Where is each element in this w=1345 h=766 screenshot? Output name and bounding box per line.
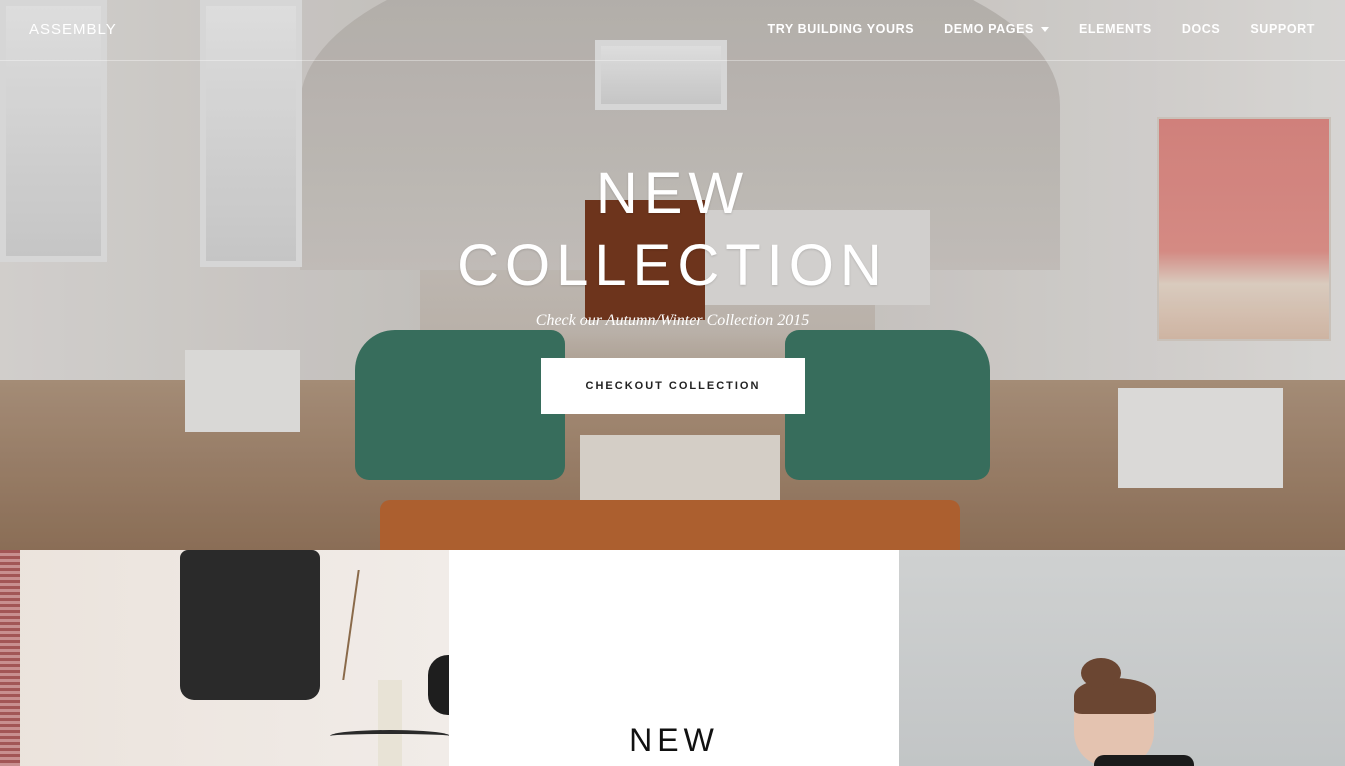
tile-title: NEW <box>629 722 719 758</box>
nav-item-demo-pages[interactable]: DEMO PAGES <box>944 22 1049 36</box>
nav-item-demo-pages-label: DEMO PAGES <box>944 22 1034 36</box>
caret-down-icon <box>1040 26 1049 32</box>
nav-item-docs[interactable]: DOCS <box>1182 22 1221 36</box>
nav-item-support[interactable]: SUPPORT <box>1250 22 1315 36</box>
scarf-image <box>0 550 20 766</box>
hat-image <box>428 655 449 715</box>
model-hair-bun <box>1081 658 1121 688</box>
hero-subtitle: Check our Autumn/Winter Collection 2015 <box>535 312 810 329</box>
nav-menu: TRY BUILDING YOURS DEMO PAGES ELEMENTS D… <box>767 22 1315 36</box>
bike-handlebar-image <box>330 730 449 742</box>
jacket-image <box>180 550 320 700</box>
hero-title: NEW COLLECTION <box>0 158 1345 302</box>
nav-item-elements[interactable]: ELEMENTS <box>1079 22 1152 36</box>
top-navbar: ASSEMBLY TRY BUILDING YOURS DEMO PAGES E… <box>0 0 1345 61</box>
brand-logo[interactable]: ASSEMBLY <box>29 21 117 38</box>
product-tile-apparel[interactable] <box>0 550 449 766</box>
model-top <box>1094 755 1194 766</box>
vase-image <box>378 680 402 766</box>
hero-banner: ASSEMBLY TRY BUILDING YOURS DEMO PAGES E… <box>0 0 1345 550</box>
checkout-collection-button[interactable]: CHECKOUT COLLECTION <box>541 358 805 414</box>
cotton-stems-image <box>342 570 440 680</box>
hero-title-line: COLLECTION <box>457 233 888 298</box>
product-tile-text[interactable]: NEW <box>449 550 899 766</box>
nav-item-try-building-yours[interactable]: TRY BUILDING YOURS <box>767 22 914 36</box>
hero-title-line: NEW <box>595 161 750 226</box>
product-tile-model[interactable] <box>899 550 1345 766</box>
